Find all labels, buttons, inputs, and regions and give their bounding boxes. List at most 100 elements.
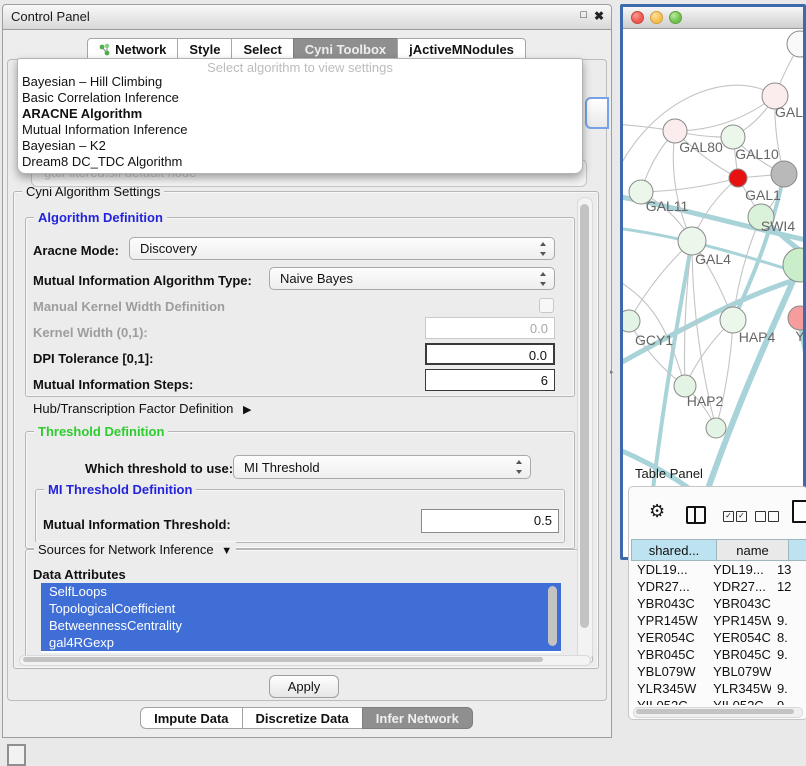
algorithm-option-bayesian-hill-climbing[interactable]: Bayesian – Hill Climbing [18,74,582,90]
network-edge [623,85,775,176]
settings-horizontal-scrollbar[interactable] [19,655,591,666]
mi-type-combo[interactable]: Naive Bayes [269,267,555,290]
table-horizontal-scrollbar[interactable] [633,707,803,718]
tab-label: jActiveMNodules [409,42,514,57]
partial-focused-combo[interactable] [585,97,609,129]
expand-right-icon: ▶ [243,404,251,416]
table-row[interactable]: YPR145WYPR145W9. [631,612,805,629]
column-manager-icon[interactable] [686,506,706,524]
control-panel-title: Control Panel [11,9,90,24]
tab-style[interactable]: Style [177,38,232,59]
table-panel: ⚙ ✓✓ shared...name YDL19...YDL19...13YDR… [628,486,806,720]
aracne-mode-combo[interactable]: Discovery [129,237,555,260]
network-node-label-salmon-node: Y [795,328,803,344]
control-panel-window: Control Panel □ ✖ NetworkStyleSelect Cyni… [2,4,612,738]
partial-corner-icon[interactable] [7,744,26,766]
tab-select[interactable]: Select [231,38,293,59]
table-cell [771,595,805,612]
algorithm-option-bayesian-k2[interactable]: Bayesian – K2 [18,138,582,154]
threshold-definition-title: Threshold Definition [34,424,168,439]
hub-definition-expander[interactable]: Hub/Transcription Factor Definition ▶ [33,401,251,416]
network-node-bottom-green[interactable] [706,418,726,438]
network-node-partial-top[interactable] [787,31,803,57]
table-cell: 8. [771,629,805,646]
table-cell: 13 [771,561,805,578]
table-row[interactable]: YDL19...YDL19...13 [631,561,805,578]
algorithm-option-basic-correlation-inference[interactable]: Basic Correlation Inference [18,90,582,106]
table-row[interactable]: YLR345WYLR345W9. [631,680,805,697]
algorithm-option-aracne-algorithm[interactable]: ARACNE Algorithm [18,106,582,122]
table-cell: YBR043C [631,595,707,612]
table-cell: 9. [771,680,805,697]
bottom-tabbar: Impute DataDiscretize DataInfer Network [3,707,611,731]
tab-network[interactable]: Network [87,38,178,59]
tab-cyni-toolbox[interactable]: Cyni Toolbox [293,38,398,59]
table-row[interactable]: YER054CYER054C8. [631,629,805,646]
network-node-gray-node[interactable] [771,161,797,187]
table-cell: YBL079W [631,663,707,680]
column-header-shared[interactable]: shared... [631,539,717,561]
show-selected-icon[interactable]: ✓✓ [723,511,749,529]
sources-group-title[interactable]: Sources for Network Inference ▼ [34,542,236,557]
settings-horizontal-scrollbar-thumb[interactable] [23,657,543,662]
table-cell: YIL052C [707,697,771,705]
algorithm-option-dream8-dc-tdc-algorithm[interactable]: Dream8 DC_TDC Algorithm [18,154,582,170]
attribute-item-topologicalcoefficient[interactable]: TopologicalCoefficient [41,600,561,617]
table-cell: YDL19... [631,561,707,578]
show-unselected-icon[interactable] [755,511,781,529]
table-cell: YLR345W [631,680,707,697]
file-icon[interactable] [792,500,806,523]
settings-vertical-scrollbar-thumb[interactable] [580,204,589,628]
kernel-width-field: 0.0 [425,317,555,339]
tab-label: Cyni Toolbox [305,42,386,57]
network-icon [99,43,111,56]
stepper-icon [515,460,524,474]
column-header-name[interactable]: name [717,539,789,561]
table-row[interactable]: YBR045CYBR045C9. [631,646,805,663]
bottom-tab-impute-data[interactable]: Impute Data [140,707,242,729]
dpi-tolerance-label: DPI Tolerance [0,1]: [33,351,153,366]
mi-threshold-field[interactable]: 0.5 [421,509,559,533]
table-cell: 9. [771,646,805,663]
network-window-titlebar[interactable] [623,7,803,29]
float-icon[interactable]: □ [580,9,587,21]
tab-jactivemnodules[interactable]: jActiveMNodules [397,38,526,59]
close-traffic-light[interactable] [631,11,644,24]
table-row[interactable]: YBL079WYBL079W [631,663,805,680]
mi-steps-field[interactable]: 6 [425,369,555,391]
attribute-item-gal4rgexp[interactable]: gal4RGexp [41,634,561,651]
column-header-extra[interactable] [789,539,806,561]
apply-button[interactable]: Apply [269,675,339,698]
close-icon[interactable]: ✖ [594,9,604,23]
zoom-traffic-light[interactable] [669,11,682,24]
which-threshold-combo[interactable]: MI Threshold [233,455,531,479]
table-cell: YPR145W [631,612,707,629]
aracne-mode-value: Discovery [130,241,539,256]
dpi-tolerance-field[interactable]: 0.0 [425,343,555,365]
bottom-tab-infer-network[interactable]: Infer Network [362,707,473,729]
control-panel-titlebar[interactable]: Control Panel □ ✖ [3,5,611,30]
table-cell: YDR27... [707,578,771,595]
settings-vertical-scrollbar[interactable] [577,197,593,661]
network-node-salmon-node[interactable] [788,306,803,330]
network-node-big-green[interactable] [783,248,803,282]
network-node-gal1[interactable] [729,169,747,187]
table-row[interactable]: YIL052CYIL052C9 [631,697,805,705]
network-node-gcy1[interactable] [623,310,640,332]
table-cell: YLR345W [707,680,771,697]
minimize-traffic-light[interactable] [650,11,663,24]
attribute-item-selfloops[interactable]: SelfLoops [41,583,561,600]
table-cell: YBR045C [631,646,707,663]
network-node-label-gal1: GAL1 [745,187,781,203]
attribute-item-betweennesscentrality[interactable]: BetweennessCentrality [41,617,561,634]
gear-icon[interactable]: ⚙ [649,501,665,522]
attributes-list-scrollbar[interactable] [548,586,557,646]
table-row[interactable]: YDR27...YDR27...12 [631,578,805,595]
algorithm-definition-title: Algorithm Definition [34,210,167,225]
algorithm-option-mutual-information-inference[interactable]: Mutual Information Inference [18,122,582,138]
panel-resize-handle[interactable]: ▸ [610,368,615,376]
network-node-label-gal11: GAL11 [646,198,689,214]
table-row[interactable]: YBR043CYBR043C [631,595,805,612]
table-horizontal-scrollbar-thumb[interactable] [636,709,794,714]
bottom-tab-discretize-data[interactable]: Discretize Data [242,707,363,729]
